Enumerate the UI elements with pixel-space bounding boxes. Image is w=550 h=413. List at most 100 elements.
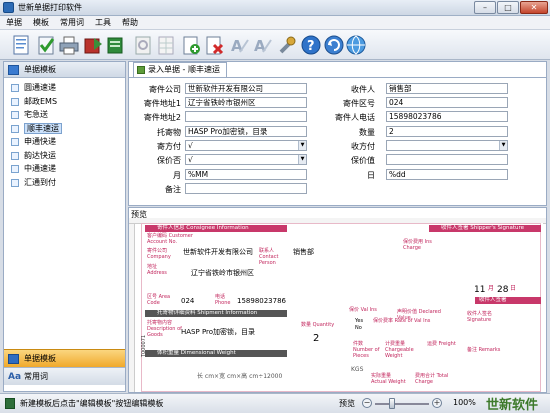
template-sidebar: 单据模板 圆通速递 邮政EMS 宅急送 顺丰速运 申通快递 韵达快运 中通速递 … bbox=[3, 61, 126, 392]
menu-common-words[interactable]: 常用词 bbox=[60, 17, 84, 28]
doc-icon bbox=[11, 138, 19, 146]
check-icon[interactable] bbox=[35, 34, 57, 56]
doc-icon bbox=[11, 151, 19, 160]
field-receiver-pays[interactable]: ▼ bbox=[386, 140, 508, 151]
shipment-band: 托寄物详细资料 Shipment Information bbox=[145, 310, 287, 317]
field-day[interactable]: %dd bbox=[386, 169, 508, 180]
sidebar-item-zjs[interactable]: 宅急送 bbox=[10, 108, 125, 122]
common-words-pane-button[interactable]: Aa 常用词 bbox=[4, 367, 125, 385]
sidebar-item-yunda[interactable]: 韵达快运 bbox=[10, 149, 125, 163]
zoom-percent: 100% bbox=[453, 398, 476, 407]
entry-icon bbox=[137, 66, 145, 74]
print-icon[interactable] bbox=[58, 34, 80, 56]
field-goods[interactable]: HASP Pro加密锁，目录 bbox=[185, 126, 307, 137]
sidebar-item-ems[interactable]: 邮政EMS bbox=[10, 95, 125, 109]
phone-label: 电话 Phone bbox=[215, 294, 231, 306]
chargeable-weight-label: 计费重量 Chargeable Weight bbox=[385, 341, 414, 359]
field-remarks[interactable] bbox=[185, 183, 307, 194]
field-sender-company[interactable]: 世新软件开发有限公司 bbox=[185, 83, 307, 94]
delete-icon[interactable] bbox=[203, 34, 225, 56]
status-bar: 新建模板后点击"编辑模板"按钮编辑模板 预览 − + 100% 世新软件 bbox=[0, 393, 550, 413]
globe-icon[interactable] bbox=[345, 34, 367, 56]
field-insured-value[interactable] bbox=[386, 154, 508, 165]
doc-icon bbox=[11, 84, 19, 92]
font-a-icon[interactable]: A bbox=[228, 34, 250, 56]
window-title: 世新单据打印软件 bbox=[18, 3, 82, 12]
menu-help[interactable]: 帮助 bbox=[122, 17, 138, 28]
remarks-label: 备注 Remarks bbox=[467, 347, 501, 353]
sidebar-header: 单据模板 bbox=[4, 62, 125, 78]
insurance-fee-label: 保价费用 Ins Charge bbox=[403, 239, 432, 251]
insurance-label: 保价 Val Ins bbox=[349, 307, 377, 313]
export-icon[interactable] bbox=[82, 34, 104, 56]
sender-info-band: 寄件人信息 Consignee Information bbox=[145, 225, 287, 232]
field-quantity[interactable]: 2 bbox=[386, 126, 508, 137]
menu-document[interactable]: 单据 bbox=[6, 17, 22, 28]
help-icon[interactable]: ? bbox=[300, 34, 322, 56]
brand-logo: 世新软件 bbox=[486, 398, 539, 413]
label-area-code: 寄件区号 bbox=[343, 99, 375, 108]
field-sender-pays[interactable]: √ ▼ bbox=[185, 140, 307, 151]
preview-goods: HASP Pro加密锁，目录 bbox=[181, 328, 256, 336]
status-icon bbox=[5, 398, 15, 409]
settings-icon[interactable] bbox=[132, 34, 154, 56]
zoom-out-button[interactable]: − bbox=[362, 398, 372, 408]
app-icon bbox=[3, 2, 14, 13]
grid-icon[interactable] bbox=[155, 34, 177, 56]
preview-day: 11 bbox=[474, 285, 486, 295]
font-b-icon[interactable]: A bbox=[251, 34, 273, 56]
font-aa-icon: Aa bbox=[8, 372, 22, 382]
close-button[interactable]: ✕ bbox=[520, 1, 548, 14]
shipper-signature-band: 收件人签署 Shipper's Signature bbox=[429, 225, 541, 232]
preview-phone: 15898023786 bbox=[237, 297, 286, 305]
label-receiver-pays: 收方付 bbox=[351, 142, 375, 151]
checkbox-no: No bbox=[355, 325, 362, 331]
sidebar-item-htky[interactable]: 汇通到付 bbox=[10, 176, 125, 190]
preview-panel: 预览 寄件人信息 Consignee Information 收件人签署 Shi… bbox=[128, 207, 547, 393]
menu-template[interactable]: 模板 bbox=[33, 17, 49, 28]
sidebar-item-sf[interactable]: 顺丰速运 bbox=[10, 122, 125, 136]
zoom-slider-knob[interactable] bbox=[389, 398, 395, 409]
toolbar: A A ? bbox=[0, 30, 550, 60]
chevron-down-icon[interactable]: ▼ bbox=[499, 141, 507, 150]
field-sender-address2[interactable] bbox=[185, 111, 307, 122]
day-suffix: 日 bbox=[510, 285, 517, 292]
minimize-button[interactable]: – bbox=[474, 1, 496, 14]
field-receiver[interactable]: 销售部 bbox=[386, 83, 508, 94]
pieces-label: 件数 Number of Pieces bbox=[353, 341, 380, 359]
waybill-preview: 寄件人信息 Consignee Information 收件人签署 Shippe… bbox=[141, 223, 543, 392]
vertical-ruler bbox=[129, 224, 135, 392]
field-sender-address1[interactable]: 辽宁省铁岭市银州区 bbox=[185, 97, 307, 108]
label-insured: 保价否 bbox=[157, 156, 181, 165]
sidebar-item-sto[interactable]: 申通快递 bbox=[10, 135, 125, 149]
template-tree: 圆通速递 邮政EMS 宅急送 顺丰速运 申通快递 韵达快运 中通速递 汇通到付 bbox=[4, 78, 125, 189]
maximize-button[interactable]: □ bbox=[497, 1, 519, 14]
wrench-icon[interactable] bbox=[276, 34, 298, 56]
zoom-slider[interactable] bbox=[375, 403, 429, 405]
field-insured[interactable]: √ ▼ bbox=[185, 154, 307, 165]
zoom-in-button[interactable]: + bbox=[432, 398, 442, 408]
status-text: 新建模板后点击"编辑模板"按钮编辑模板 bbox=[20, 399, 164, 408]
entry-panel: 录入单据 - 顺丰速运 寄件公司 世新软件开发有限公司 寄件地址1 辽宁省铁岭市… bbox=[128, 61, 547, 206]
label-phone: 寄件人电话 bbox=[335, 113, 375, 122]
field-area-code[interactable]: 024 bbox=[386, 97, 508, 108]
add-icon[interactable] bbox=[180, 34, 202, 56]
svg-text:A: A bbox=[231, 37, 243, 55]
month-suffix: 月 bbox=[488, 285, 495, 292]
menu-tools[interactable]: 工具 bbox=[95, 17, 111, 28]
svg-text:A: A bbox=[254, 37, 266, 55]
template-pane-button[interactable]: 单据模板 bbox=[4, 349, 125, 367]
chevron-down-icon[interactable]: ▼ bbox=[298, 141, 306, 150]
sidebar-item-zto[interactable]: 中通速递 bbox=[10, 162, 125, 176]
new-icon[interactable] bbox=[10, 34, 32, 56]
sidebar-item-yto[interactable]: 圆通速递 bbox=[10, 81, 125, 95]
customer-code-label: 客户编码 Customer Account No. bbox=[147, 233, 193, 245]
doc-icon bbox=[11, 111, 19, 119]
import-icon[interactable] bbox=[104, 34, 126, 56]
chevron-down-icon[interactable]: ▼ bbox=[298, 155, 306, 164]
preview-company: 世新软件开发有限公司 bbox=[183, 248, 253, 256]
field-phone[interactable]: 15898023786 bbox=[386, 111, 508, 122]
tab-entry[interactable]: 录入单据 - 顺丰速运 bbox=[133, 62, 227, 77]
field-month[interactable]: %MM bbox=[185, 169, 307, 180]
refresh-icon[interactable] bbox=[323, 34, 345, 56]
